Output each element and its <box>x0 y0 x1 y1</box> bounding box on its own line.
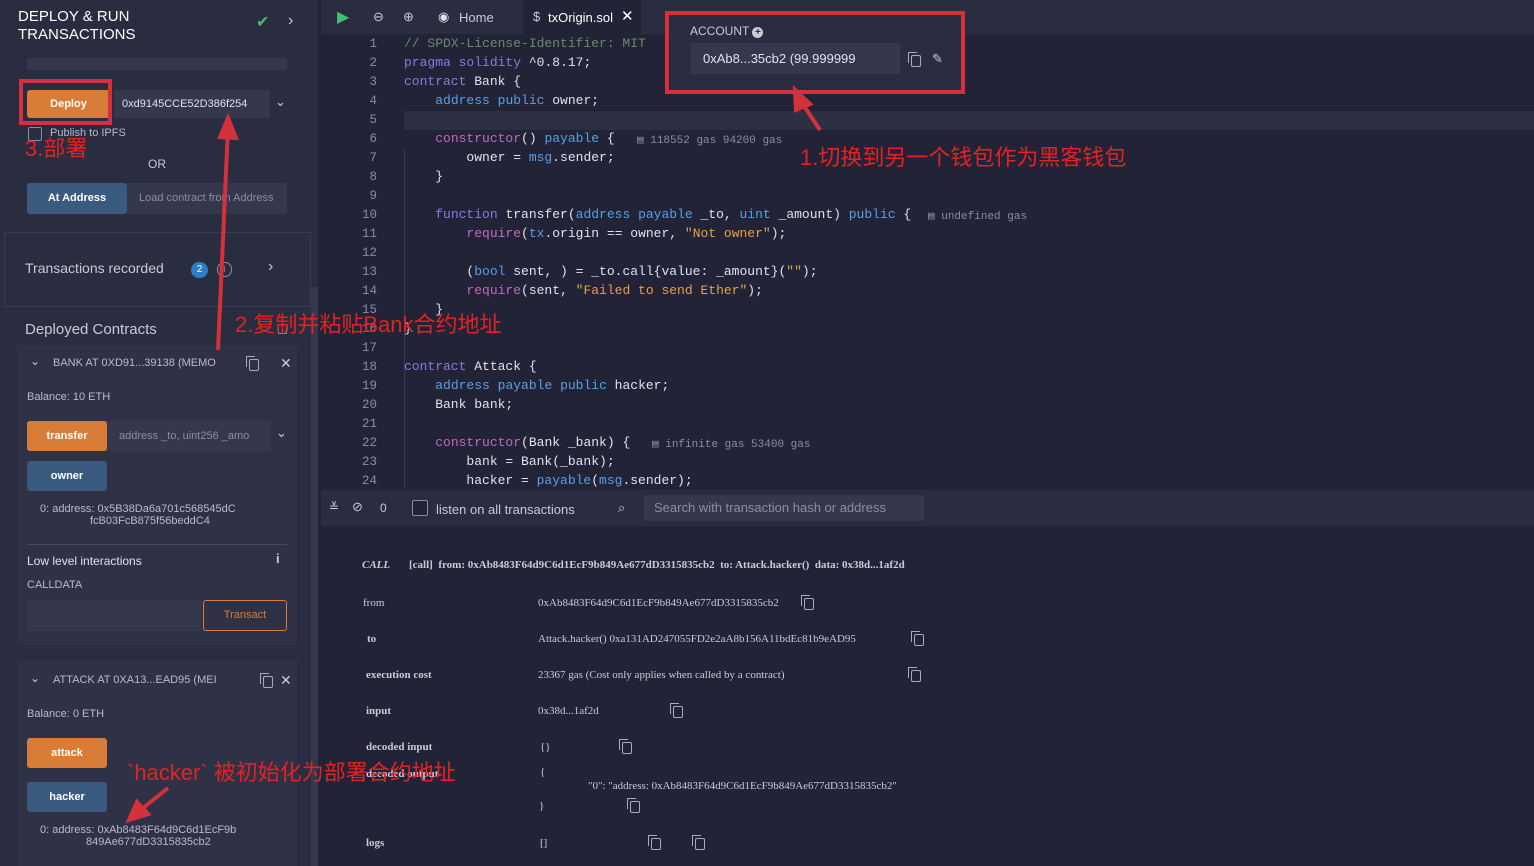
arrowhead-step1 <box>792 85 814 113</box>
annotation-arrows <box>125 85 822 824</box>
arrowhead-step2 <box>217 112 240 141</box>
arrow-line-step2 <box>216 127 230 351</box>
